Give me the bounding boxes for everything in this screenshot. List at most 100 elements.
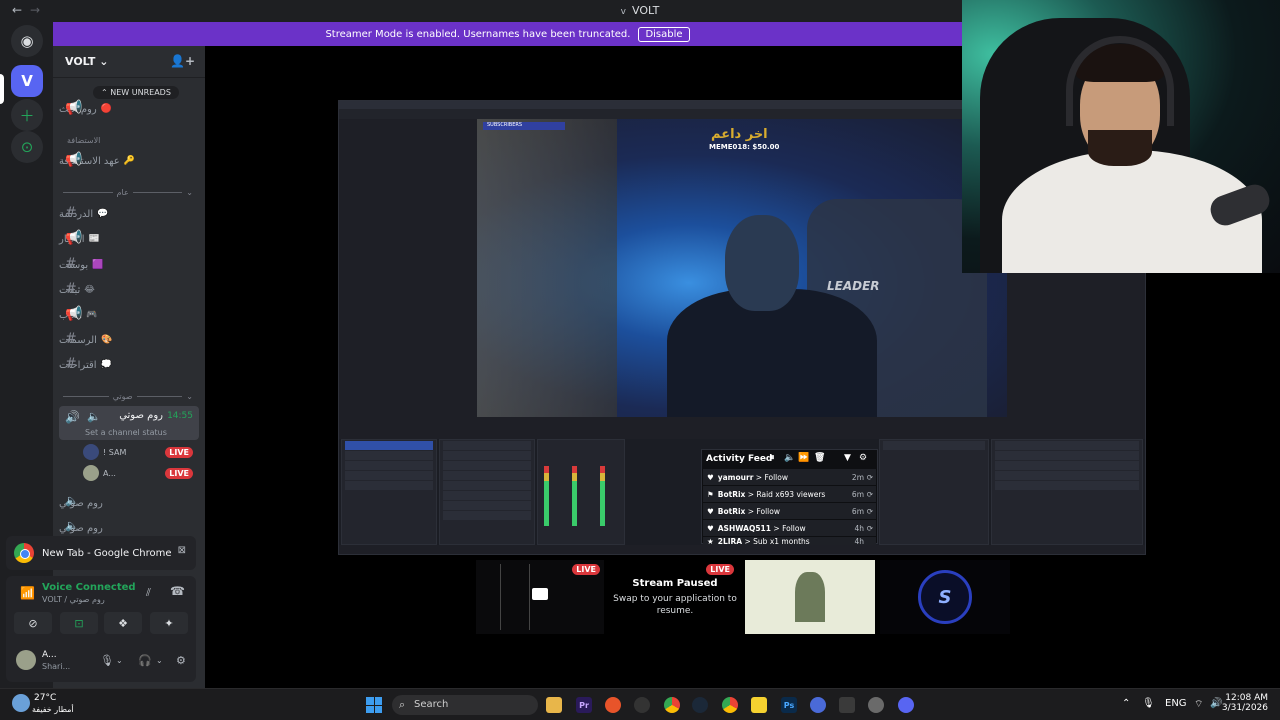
premiere-icon[interactable]: Pr: [576, 697, 592, 713]
clock-time: 12:08 AM: [1225, 693, 1268, 703]
feed-row[interactable]: ⚑ BotRix > Raid x693 viewers 6m ⟳: [703, 486, 876, 502]
heart-icon: ♥: [707, 523, 714, 533]
voice-member[interactable]: A... LIVE: [83, 464, 193, 482]
qbittorrent-icon[interactable]: [810, 697, 826, 713]
screen-share-button[interactable]: ⊡: [60, 612, 98, 634]
trash-icon[interactable]: 🗑: [814, 453, 825, 463]
replay-icon[interactable]: ⟳: [867, 473, 873, 482]
feed-row[interactable]: ♥ BotRix > Follow 6m ⟳: [703, 503, 876, 519]
text-channel[interactable]: 📢 🎮 العاب: [59, 304, 199, 326]
replay-icon[interactable]: ⟳: [867, 524, 873, 533]
mute-icon[interactable]: 🔈: [784, 453, 795, 463]
channel-stream-room[interactable]: 📢 🔴 روم البث: [59, 98, 199, 120]
discord-home-icon[interactable]: ◉: [11, 25, 43, 57]
signal-icon: 📶: [20, 586, 35, 600]
speaker-icon: 🔊: [65, 410, 80, 424]
noise-suppression-icon[interactable]: ⫽: [146, 586, 151, 600]
text-channel[interactable]: # 💭 اقتراحات: [59, 354, 199, 376]
volume-icon[interactable]: 🔊: [1210, 698, 1222, 709]
announcement-icon: 📢: [65, 230, 83, 246]
chevron-up-icon[interactable]: ⌃: [1122, 698, 1130, 709]
stream-tile[interactable]: LIVE: [476, 560, 604, 634]
temperature: 27°C: [34, 693, 57, 703]
voice-connected-label[interactable]: Voice Connected: [42, 582, 136, 593]
stream-source-popup[interactable]: New Tab - Google Chrome ⊠: [6, 536, 196, 570]
windows-start-icon[interactable]: [366, 697, 382, 713]
channel-guest-pact[interactable]: 📢 🔑 عهد الاستضافة: [59, 150, 199, 172]
language-indicator[interactable]: ENG: [1165, 698, 1187, 709]
chrome-icon[interactable]: [664, 697, 680, 713]
discord-icon[interactable]: [898, 697, 914, 713]
obs-scenes-panel[interactable]: [341, 439, 437, 545]
feed-row[interactable]: ♥ ASHWAQ511 > Follow 4h ⟳: [703, 520, 876, 536]
stream-paused-subtitle: Swap to your application to resume.: [613, 594, 737, 616]
sticky-notes-icon[interactable]: [751, 697, 767, 713]
obs-controls-panel[interactable]: [991, 439, 1143, 545]
file-explorer-icon[interactable]: [546, 697, 562, 713]
active-voice-channel[interactable]: 🔊 🔈 روم صوتي 14:55 Set a channel status: [59, 406, 199, 440]
hash-icon: #: [65, 256, 77, 272]
gear-icon[interactable]: ⚙: [176, 654, 186, 667]
pause-icon[interactable]: ⏸: [770, 453, 775, 463]
invite-people-icon[interactable]: 👤+: [170, 54, 195, 68]
feed-row[interactable]: ★ 2LIRA > Sub x1 months 4h: [703, 537, 876, 545]
text-channel[interactable]: # 🎨 الرسمات: [59, 329, 199, 351]
category-guests[interactable]: الاستضافة: [63, 136, 193, 145]
category-voice[interactable]: صوتي ⌄: [63, 392, 193, 401]
camera-off-button[interactable]: ⊘: [14, 612, 52, 634]
disconnect-icon[interactable]: ☎: [170, 584, 185, 598]
settings-icon[interactable]: [868, 697, 884, 713]
photoshop-icon[interactable]: Ps: [781, 697, 797, 713]
microphone-icon[interactable]: 🎙: [100, 654, 114, 667]
stop-share-icon[interactable]: ⊠: [178, 545, 186, 556]
gear-icon[interactable]: ⚙: [859, 453, 867, 463]
channel-status[interactable]: Set a channel status: [85, 428, 167, 437]
voice-member[interactable]: ! SAM LIVE: [83, 443, 193, 461]
terminal-icon[interactable]: [839, 697, 855, 713]
stream-paused-tile[interactable]: LIVE Stream Paused Swap to your applicat…: [610, 560, 740, 634]
obs-transitions-panel[interactable]: [879, 439, 989, 545]
discover-icon[interactable]: ⊙: [11, 131, 43, 163]
activities-button[interactable]: ❖: [104, 612, 142, 634]
text-channel[interactable]: 📢 📰 الأخبار: [59, 228, 199, 250]
soundboard-button[interactable]: ✦: [150, 612, 188, 634]
app-icon[interactable]: [605, 697, 621, 713]
skip-icon[interactable]: ⏩: [798, 453, 809, 463]
user-avatar-photo: [795, 572, 825, 622]
text-channel[interactable]: # 🟪 بوستت: [59, 254, 199, 276]
chevron-down-icon[interactable]: ⌄: [156, 656, 163, 665]
replay-icon[interactable]: ⟳: [867, 490, 873, 499]
background-wall: [477, 119, 617, 417]
replay-icon[interactable]: ⟳: [867, 507, 873, 516]
speaker-icon: 🔈: [65, 494, 79, 507]
clock[interactable]: 12:08 AM 3/31/2026: [1222, 693, 1268, 713]
hash-icon: #: [65, 281, 77, 297]
text-channel[interactable]: # 💬 الدردشة: [59, 203, 199, 225]
taskbar-search[interactable]: ⌕ Search: [392, 695, 538, 715]
steam-icon[interactable]: [692, 697, 708, 713]
wifi-icon[interactable]: ⌔: [1194, 698, 1203, 711]
disable-button[interactable]: Disable: [638, 26, 690, 42]
add-server-icon[interactable]: ＋: [11, 99, 43, 131]
category-general[interactable]: عام ⌄: [63, 188, 193, 197]
server-header[interactable]: VOLT ⌄ 👤+: [53, 46, 205, 78]
new-unreads-pill[interactable]: ⌃ NEW UNREADS: [93, 86, 179, 99]
microphone-icon[interactable]: 🎙: [1142, 698, 1155, 709]
voice-channel[interactable]: 🔈 روم صوتي: [59, 492, 199, 514]
user-tile[interactable]: S: [880, 560, 1010, 634]
chrome-icon[interactable]: [722, 697, 738, 713]
chevron-down-icon[interactable]: ⌄: [116, 656, 123, 665]
filter-icon[interactable]: ▼: [844, 453, 851, 463]
server-volt[interactable]: V: [11, 65, 43, 97]
avatar: [16, 650, 36, 670]
weather-icon: [12, 694, 30, 712]
headphones-icon[interactable]: 🎧: [138, 654, 152, 667]
obs-audio-mixer[interactable]: [537, 439, 625, 545]
obs-icon[interactable]: [634, 697, 650, 713]
obs-sources-panel[interactable]: [439, 439, 535, 545]
user-tile[interactable]: [745, 560, 875, 634]
user-panel[interactable]: A... Shari... 🎙 ⌄ 🎧 ⌄ ⚙: [16, 648, 192, 676]
text-channel[interactable]: # 😂 ثبتات: [59, 279, 199, 301]
activity-feed-header: Activity Feed ⏸ 🔈 ⏩ 🗑 ▼ ⚙: [702, 450, 877, 468]
feed-row[interactable]: ♥ yamourr > Follow 2m ⟳: [703, 469, 876, 485]
